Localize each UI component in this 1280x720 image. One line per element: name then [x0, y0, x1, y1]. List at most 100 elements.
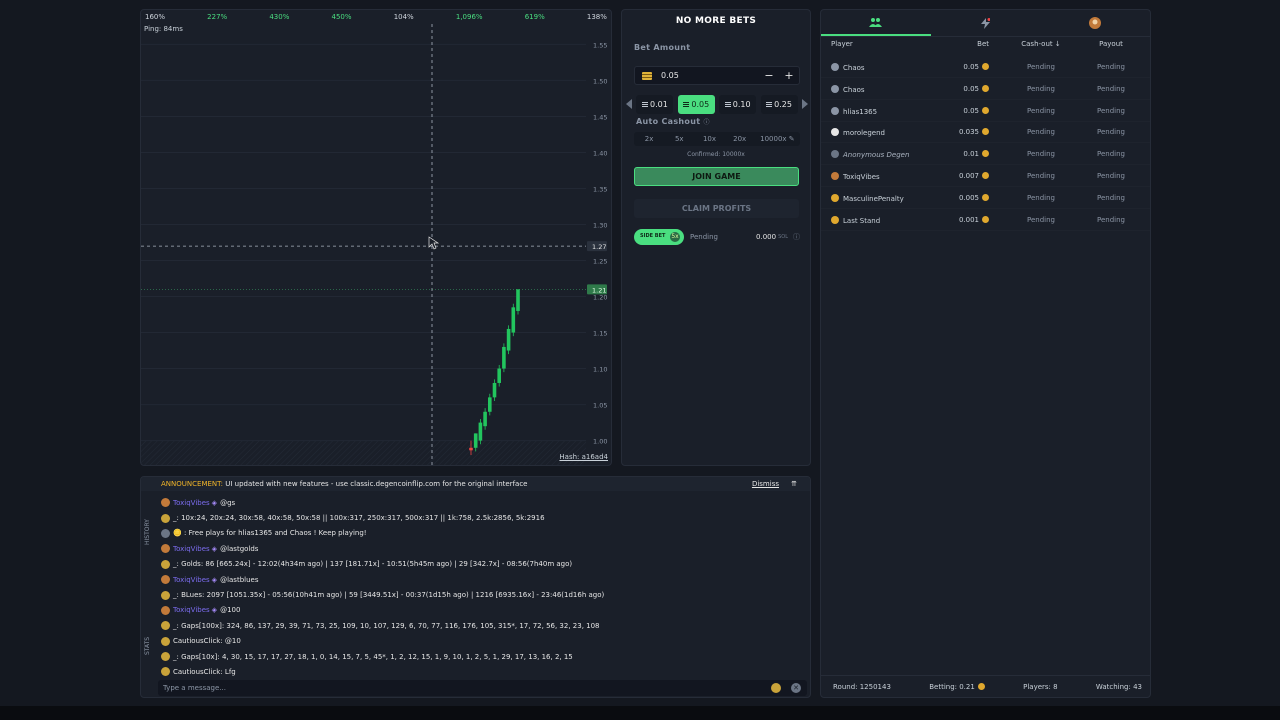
- emoji-icon[interactable]: [771, 683, 781, 693]
- auto-option-20x[interactable]: 20x: [725, 132, 755, 146]
- player-avatar: [831, 150, 839, 159]
- preset-button[interactable]: 0.25: [760, 94, 798, 114]
- user-avatar[interactable]: [161, 498, 170, 508]
- chat-username[interactable]: ToxiqVibes: [173, 545, 210, 553]
- player-row[interactable]: hlias1365 0.05 Pending Pending: [821, 101, 1150, 122]
- player-name: MasculinePenalty: [843, 194, 904, 203]
- info-icon[interactable]: ⓘ: [703, 119, 709, 126]
- player-row[interactable]: ToxiqVibes 0.007 Pending Pending: [821, 166, 1150, 187]
- user-avatar[interactable]: [161, 605, 170, 615]
- user-avatar[interactable]: [161, 590, 170, 600]
- header-cashout[interactable]: Cash-out ↓: [1017, 40, 1065, 48]
- header-payout[interactable]: Payout: [1087, 40, 1135, 48]
- player-row[interactable]: morolegend 0.035 Pending Pending: [821, 122, 1150, 144]
- claim-profits-button[interactable]: Claim Profits: [634, 199, 799, 218]
- join-game-button[interactable]: Join Game: [634, 167, 799, 186]
- user-avatar[interactable]: [161, 652, 170, 662]
- player-name: morolegend: [843, 129, 885, 138]
- player-bet-cell: 0.05: [951, 84, 989, 93]
- player-row[interactable]: MasculinePenalty 0.005 Pending Pending: [821, 188, 1150, 209]
- header-bet[interactable]: Bet: [951, 40, 989, 48]
- bet-amount-value[interactable]: 0.05: [661, 71, 759, 80]
- player-name-cell: ToxiqVibes: [831, 172, 880, 181]
- chat-message-input[interactable]: [163, 684, 771, 692]
- increase-bet-button[interactable]: +: [779, 69, 799, 82]
- multiplier-badge: 160%: [145, 13, 166, 21]
- preset-label: 0.25: [774, 99, 792, 109]
- user-avatar[interactable]: [161, 544, 170, 554]
- sol-unit: SOL: [778, 234, 788, 240]
- chat-message: _: Golds: 86 [665.24x] - 12:02(4h34m ago…: [161, 557, 801, 572]
- chevron-left-icon[interactable]: [626, 99, 632, 109]
- lightning-icon[interactable]: [931, 10, 1041, 36]
- candle-body: [492, 382, 497, 398]
- bet-panel: No More Bets Bet Amount 0.05 − + 0.01 0.…: [621, 9, 811, 466]
- player-name: Chaos: [843, 85, 865, 94]
- stats-tab[interactable]: STATS: [144, 637, 151, 655]
- candle-body: [516, 289, 520, 311]
- badge-icon: ◈: [211, 606, 218, 615]
- player-row[interactable]: Last Stand 0.001 Pending Pending: [821, 210, 1150, 231]
- chat-username[interactable]: ToxiqVibes: [173, 606, 210, 614]
- coin-icon: [977, 682, 985, 690]
- candle-body: [488, 397, 492, 412]
- info-icon[interactable]: ⓘ: [793, 232, 800, 242]
- preset-button[interactable]: 0.01: [636, 94, 674, 114]
- side-bet-row: SIDE BET 5x Pending 0.000 SOL ⓘ: [634, 228, 800, 246]
- chat-text: @100: [220, 606, 241, 615]
- user-avatar[interactable]: [161, 621, 170, 631]
- player-bet-cell: 0.05: [951, 106, 989, 115]
- player-avatar: [831, 128, 839, 137]
- auto-option-2x[interactable]: 2x: [634, 132, 664, 146]
- user-avatar[interactable]: [161, 528, 170, 538]
- dismiss-button[interactable]: Dismiss: [752, 480, 779, 488]
- player-row[interactable]: Chaos 0.05 Pending Pending: [821, 57, 1150, 78]
- players-tabs: [821, 10, 1150, 37]
- round-hash-link[interactable]: Hash: a16ad4: [559, 453, 608, 461]
- player-bet: 0.035: [958, 128, 979, 137]
- user-avatar[interactable]: [161, 575, 170, 585]
- collapse-icon[interactable]: ⇈: [787, 480, 801, 488]
- coin-icon: [982, 63, 989, 70]
- auto-option-custom[interactable]: 10000x ✎: [755, 132, 800, 146]
- auto-option-10x[interactable]: 10x: [694, 132, 724, 146]
- auto-option-5x[interactable]: 5x: [664, 132, 694, 146]
- player-row[interactable]: Chaos 0.05 Pending Pending: [821, 79, 1150, 100]
- preset-button[interactable]: 0.10: [719, 94, 757, 114]
- coin-icon: [982, 215, 989, 223]
- bet-amount-field[interactable]: 0.05 − +: [634, 66, 800, 85]
- player-bet-cell: 0.005: [951, 193, 989, 202]
- chat-text: _: Gaps[10x]: 4, 30, 15, 17, 17, 27, 18,…: [173, 652, 573, 661]
- player-row[interactable]: Anonymous Degen 0.01 Pending Pending: [821, 144, 1150, 166]
- close-icon[interactable]: ✕: [791, 683, 801, 693]
- chat-username[interactable]: ToxiqVibes: [173, 499, 210, 507]
- user-avatar[interactable]: [161, 636, 170, 646]
- side-bet-toggle[interactable]: SIDE BET 5x: [634, 229, 684, 245]
- players-table-header: Player Bet Cash-out ↓ Payout: [821, 40, 1150, 53]
- preset-button-active[interactable]: 0.05: [677, 94, 715, 114]
- decrease-bet-button[interactable]: −: [759, 69, 779, 82]
- player-avatar: [831, 106, 839, 115]
- user-avatar[interactable]: [161, 559, 170, 569]
- player-avatar: [831, 215, 839, 224]
- coin-icon: [982, 106, 989, 114]
- user-avatar[interactable]: [161, 667, 170, 677]
- preset-label: 0.05: [691, 99, 710, 109]
- avatar-icon[interactable]: [1040, 10, 1150, 36]
- player-payout: Pending: [1097, 150, 1125, 159]
- chat-username[interactable]: ToxiqVibes: [173, 576, 210, 584]
- chat-text: _: BLues: 2097 [1051.35x] - 05:56(10h41m…: [173, 591, 605, 600]
- header-player[interactable]: Player: [831, 40, 853, 48]
- users-icon[interactable]: [821, 10, 931, 36]
- y-tick-label: 1.30: [593, 221, 607, 229]
- chevron-right-icon[interactable]: [801, 99, 808, 109]
- player-name: Chaos: [843, 64, 865, 72]
- player-payout: Pending: [1097, 172, 1125, 180]
- player-payout: Pending: [1097, 215, 1125, 224]
- announcement-text: UI updated with new features - use class…: [225, 480, 528, 488]
- chat-message: CautiousClick: @10: [161, 634, 801, 649]
- history-tab[interactable]: HISTORY: [144, 519, 151, 545]
- player-bet: 0.05: [963, 106, 979, 115]
- y-tick-label: 1.55: [593, 41, 607, 49]
- user-avatar[interactable]: [161, 513, 170, 523]
